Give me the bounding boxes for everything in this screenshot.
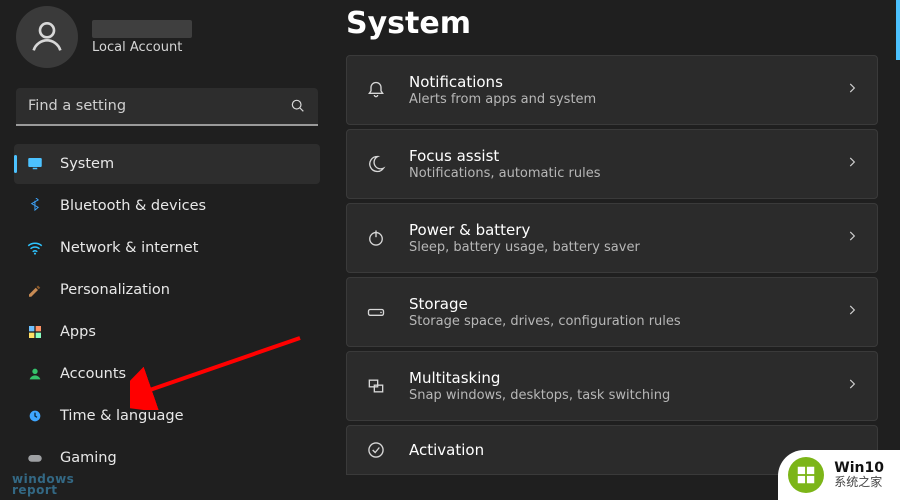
system-cards: Notifications Alerts from apps and syste… — [346, 55, 878, 475]
avatar — [16, 6, 78, 68]
profile-text: Local Account — [92, 20, 192, 55]
sidebar-item-system[interactable]: System — [14, 144, 320, 184]
drive-icon — [365, 301, 387, 323]
chevron-right-icon — [845, 303, 859, 321]
bluetooth-icon — [26, 197, 44, 215]
monitor-icon — [26, 155, 44, 173]
chevron-right-icon — [845, 229, 859, 247]
windows-icon — [365, 375, 387, 397]
watermark-win10: Win10 系统之家 — [778, 450, 900, 500]
nav-list: System Bluetooth & devices Network & int… — [14, 144, 320, 478]
sidebar-item-network[interactable]: Network & internet — [14, 228, 320, 268]
sidebar-item-accounts[interactable]: Accounts — [14, 354, 320, 394]
sidebar-item-label: Gaming — [60, 450, 117, 466]
sidebar-item-label: Network & internet — [60, 240, 198, 256]
power-icon — [365, 227, 387, 249]
search-input[interactable]: Find a setting — [16, 88, 318, 126]
settings-sidebar: Local Account Find a setting System Blue… — [0, 0, 330, 500]
chevron-right-icon — [845, 81, 859, 99]
sidebar-item-apps[interactable]: Apps — [14, 312, 320, 352]
apps-icon — [26, 323, 44, 341]
card-title: Storage — [409, 295, 823, 313]
profile-block[interactable]: Local Account — [14, 0, 320, 74]
clock-icon — [26, 407, 44, 425]
search-placeholder: Find a setting — [28, 98, 126, 114]
card-subtitle: Snap windows, desktops, task switching — [409, 388, 823, 403]
card-subtitle: Sleep, battery usage, battery saver — [409, 240, 823, 255]
sidebar-item-label: System — [60, 156, 114, 172]
card-subtitle: Notifications, automatic rules — [409, 166, 823, 181]
wifi-icon — [26, 239, 44, 257]
account-name-redacted — [92, 20, 192, 38]
moon-icon — [365, 153, 387, 175]
watermark-windows-report: windows report — [12, 474, 74, 496]
page-title: System — [346, 0, 878, 55]
brush-icon — [26, 281, 44, 299]
sidebar-item-personalization[interactable]: Personalization — [14, 270, 320, 310]
card-multitasking[interactable]: Multitasking Snap windows, desktops, tas… — [346, 351, 878, 421]
card-title: Focus assist — [409, 147, 823, 165]
sidebar-item-time-language[interactable]: Time & language — [14, 396, 320, 436]
card-focus-assist[interactable]: Focus assist Notifications, automatic ru… — [346, 129, 878, 199]
gamepad-icon — [26, 449, 44, 467]
settings-main: System Notifications Alerts from apps an… — [330, 0, 900, 500]
accent-edge — [896, 0, 900, 60]
card-notifications[interactable]: Notifications Alerts from apps and syste… — [346, 55, 878, 125]
sidebar-item-label: Time & language — [60, 408, 184, 424]
sidebar-item-label: Apps — [60, 324, 96, 340]
sidebar-item-bluetooth[interactable]: Bluetooth & devices — [14, 186, 320, 226]
person-icon — [27, 17, 67, 57]
card-title: Power & battery — [409, 221, 823, 239]
card-subtitle: Alerts from apps and system — [409, 92, 823, 107]
sidebar-item-label: Personalization — [60, 282, 170, 298]
sidebar-item-label: Accounts — [60, 366, 126, 382]
win10-logo-icon — [788, 457, 824, 493]
chevron-right-icon — [845, 155, 859, 173]
search-icon — [290, 98, 306, 114]
card-subtitle: Storage space, drives, configuration rul… — [409, 314, 823, 329]
chevron-right-icon — [845, 377, 859, 395]
account-type-label: Local Account — [92, 40, 192, 55]
card-storage[interactable]: Storage Storage space, drives, configura… — [346, 277, 878, 347]
card-title: Notifications — [409, 73, 823, 91]
sidebar-item-label: Bluetooth & devices — [60, 198, 206, 214]
card-title: Multitasking — [409, 369, 823, 387]
card-power-battery[interactable]: Power & battery Sleep, battery usage, ba… — [346, 203, 878, 273]
person-icon — [26, 365, 44, 383]
checkmark-circle-icon — [365, 439, 387, 461]
bell-icon — [365, 79, 387, 101]
